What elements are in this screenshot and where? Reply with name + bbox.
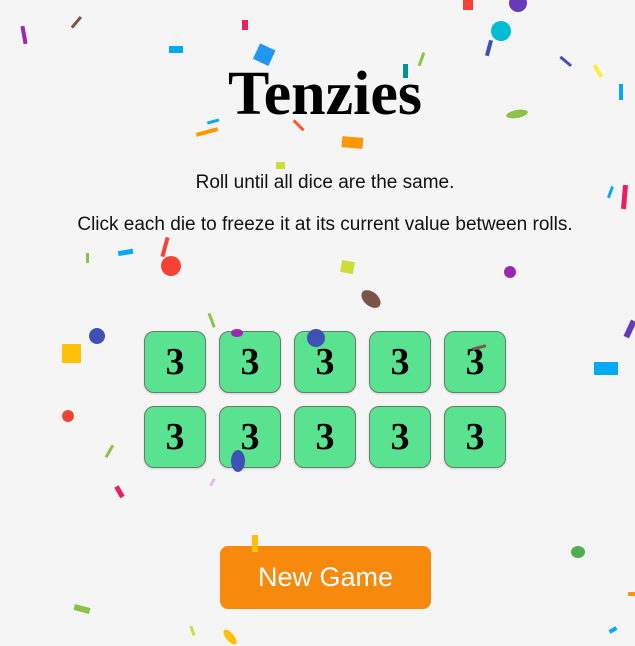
instructions-line-1: Roll until all dice are the same.	[195, 172, 455, 193]
die-8[interactable]: 3	[294, 406, 356, 468]
die-10[interactable]: 3	[444, 406, 506, 468]
die-1[interactable]: 3	[144, 331, 206, 393]
instructions-line-2: Click each die to freeze it at its curre…	[77, 214, 573, 235]
new-game-button[interactable]: New Game	[220, 546, 431, 609]
die-3[interactable]: 3	[294, 331, 356, 393]
die-7[interactable]: 3	[219, 406, 281, 468]
dice-grid: 3 3 3 3 3 3 3 3 3 3	[144, 331, 506, 468]
page-title: Tenzies	[227, 60, 423, 128]
game-container: Tenzies Roll until all dice are the same…	[0, 0, 635, 646]
die-4[interactable]: 3	[369, 331, 431, 393]
die-2[interactable]: 3	[219, 331, 281, 393]
die-6[interactable]: 3	[144, 406, 206, 468]
die-5[interactable]: 3	[444, 331, 506, 393]
die-9[interactable]: 3	[369, 406, 431, 468]
